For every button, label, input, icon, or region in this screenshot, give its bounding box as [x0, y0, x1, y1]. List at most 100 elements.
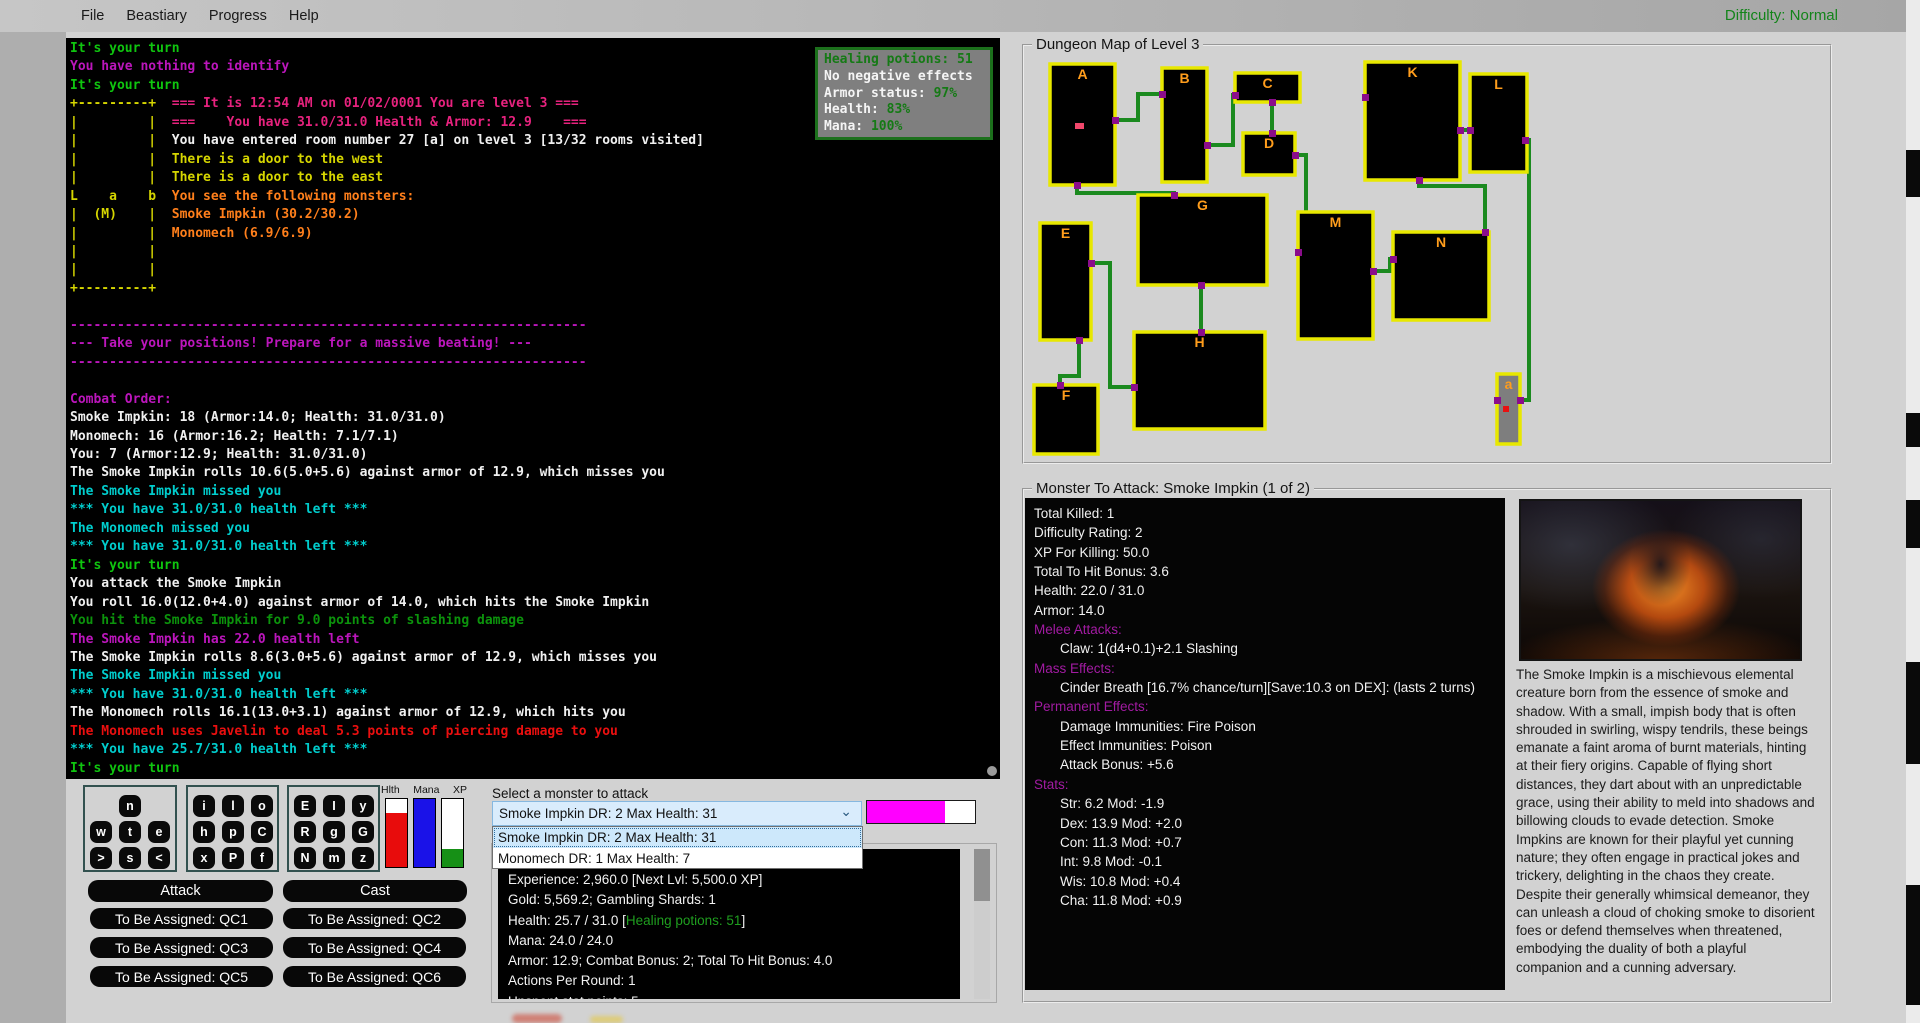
player-stat-line: Unspent stat points: 5 — [508, 992, 960, 999]
map-door — [1269, 130, 1276, 137]
key-f[interactable]: f — [251, 847, 273, 869]
qc-button-5[interactable]: To Be Assigned: QC5 — [90, 966, 273, 987]
app-window: File Beastiary Progress Help Difficulty:… — [0, 0, 1920, 1023]
map-room-label: E — [1061, 225, 1070, 241]
qc-button-1[interactable]: To Be Assigned: QC1 — [90, 908, 273, 929]
key-h[interactable]: h — [193, 821, 215, 843]
keypad-movement: nwte > s < — [83, 785, 177, 872]
key-o[interactable]: o — [251, 795, 273, 817]
status-line: Armor status: 97% — [824, 86, 984, 103]
map-door — [1232, 92, 1239, 99]
log-line — [70, 298, 1000, 316]
key-R[interactable]: R — [294, 821, 316, 843]
log-line: It's your turn — [70, 557, 1000, 575]
key-C[interactable]: C — [251, 821, 273, 843]
key-t[interactable]: t — [119, 821, 141, 843]
key-m[interactable]: m — [323, 847, 345, 869]
log-line: The Smoke Impkin missed you — [70, 483, 1000, 501]
status-line: Healing potions: 51 — [824, 52, 984, 69]
key-e[interactable]: e — [148, 821, 170, 843]
monster-stat-header: Permanent Effects: — [1034, 697, 1505, 716]
background-window-sliver — [1906, 0, 1920, 1023]
log-line: | (M) | Smoke Impkin (30.2/30.2) — [70, 206, 1000, 224]
qc-button-6[interactable]: To Be Assigned: QC6 — [283, 966, 466, 987]
menu-file[interactable]: File — [70, 2, 115, 30]
menu-bar: File Beastiary Progress Help Difficulty:… — [0, 0, 1920, 32]
dungeon-map-panel: Dungeon Map of Level 3 ABCDKLEGMNFHa — [1022, 44, 1832, 464]
map-door — [1171, 192, 1178, 199]
player-stat-line: Health: 25.7 / 31.0 [Healing potions: 51… — [508, 911, 960, 931]
map-room-label: B — [1179, 70, 1189, 86]
log-line: L a b You see the following monsters: — [70, 188, 1000, 206]
monster-option-1[interactable]: Smoke Impkin DR: 2 Max Health: 31 — [493, 827, 862, 848]
map-room-label: K — [1407, 64, 1417, 80]
log-line: *** You have 25.7/31.0 health left *** — [70, 741, 1000, 759]
key-G[interactable]: G — [352, 821, 374, 843]
map-door — [1112, 117, 1119, 124]
map-door — [1390, 256, 1397, 263]
monster-combobox[interactable]: Smoke Impkin DR: 2 Max Health: 31 ⌄ — [492, 801, 862, 826]
game-log[interactable]: It's your turnYou have nothing to identi… — [66, 38, 1000, 779]
window-left-margin — [0, 32, 66, 1023]
attack-button[interactable]: Attack — [88, 880, 273, 902]
log-line: The Smoke Impkin rolls 8.6(3.0+5.6) agai… — [70, 649, 1000, 667]
map-door — [1494, 397, 1501, 404]
map-door — [1292, 152, 1299, 159]
monster-panel-title: Monster To Attack: Smoke Impkin (1 of 2) — [1032, 480, 1314, 497]
map-door — [1198, 282, 1205, 289]
key-E[interactable]: E — [294, 795, 316, 817]
bottom-edge-artifact — [590, 1016, 623, 1023]
health-bar-label: Hlth — [381, 784, 400, 796]
menu-progress[interactable]: Progress — [198, 2, 278, 30]
player-stat-line: Gold: 5,569.2; Gambling Shards: 1 — [508, 890, 960, 910]
key-x[interactable]: x — [193, 847, 215, 869]
key-w[interactable]: w — [90, 821, 112, 843]
key-i[interactable]: i — [193, 795, 215, 817]
key-n[interactable]: n — [119, 795, 141, 817]
monster-stat-line: Int: 9.8 Mod: -0.1 — [1034, 852, 1505, 871]
map-player-marker — [1503, 406, 1509, 412]
cast-button[interactable]: Cast — [283, 880, 467, 902]
map-corridor — [1207, 95, 1235, 145]
monster-panel: Monster To Attack: Smoke Impkin (1 of 2)… — [1022, 488, 1832, 1003]
map-door — [1295, 249, 1302, 256]
key-<[interactable]: < — [148, 847, 170, 869]
key-g[interactable]: g — [323, 821, 345, 843]
qc-button-3[interactable]: To Be Assigned: QC3 — [90, 937, 273, 958]
status-overlay: Healing potions: 51No negative effectsAr… — [815, 47, 993, 140]
menu-help[interactable]: Help — [278, 2, 330, 30]
log-line: | | — [70, 261, 1000, 279]
status-line: Health: 83% — [824, 102, 984, 119]
key-z[interactable]: z — [352, 847, 374, 869]
monster-stat-line: Difficulty Rating: 2 — [1034, 523, 1505, 542]
difficulty-label: Difficulty: Normal — [1725, 7, 1838, 24]
map-door — [1370, 268, 1377, 275]
monster-stat-line: Effect Immunities: Poison — [1034, 736, 1505, 755]
key-l[interactable]: l — [222, 795, 244, 817]
monster-option-2[interactable]: Monomech DR: 1 Max Health: 7 — [493, 848, 862, 869]
monster-stat-header: Mass Effects: — [1034, 659, 1505, 678]
log-scroll-grip[interactable] — [987, 766, 997, 776]
map-room-label: D — [1264, 135, 1274, 151]
map-door — [1198, 329, 1205, 336]
menu-beastiary[interactable]: Beastiary — [115, 2, 197, 30]
monster-description: The Smoke Impkin is a mischievous elemen… — [1516, 666, 1816, 1001]
player-stats-scrollbar[interactable] — [974, 849, 990, 999]
log-line: --- Take your positions! Prepare for a m… — [70, 335, 1000, 353]
log-line: The Smoke Impkin rolls 10.6(5.0+5.6) aga… — [70, 464, 1000, 482]
key-s[interactable]: s — [119, 847, 141, 869]
qc-button-2[interactable]: To Be Assigned: QC2 — [283, 908, 466, 929]
monster-stat-line: Attack Bonus: +5.6 — [1034, 755, 1505, 774]
monster-stat-line: Total Killed: 1 — [1034, 504, 1505, 523]
monster-stat-line: Claw: 1(d4+0.1)+2.1 Slashing — [1034, 639, 1505, 658]
key-N[interactable]: N — [294, 847, 316, 869]
scrollbar-thumb[interactable] — [974, 849, 990, 901]
key->[interactable]: > — [90, 847, 112, 869]
key-P[interactable]: P — [222, 847, 244, 869]
map-door — [1362, 94, 1369, 101]
qc-button-4[interactable]: To Be Assigned: QC4 — [283, 937, 466, 958]
key-p[interactable]: p — [222, 821, 244, 843]
monster-stats: Total Killed: 1Difficulty Rating: 2XP Fo… — [1025, 498, 1505, 990]
key-y[interactable]: y — [352, 795, 374, 817]
key-I[interactable]: I — [323, 795, 345, 817]
